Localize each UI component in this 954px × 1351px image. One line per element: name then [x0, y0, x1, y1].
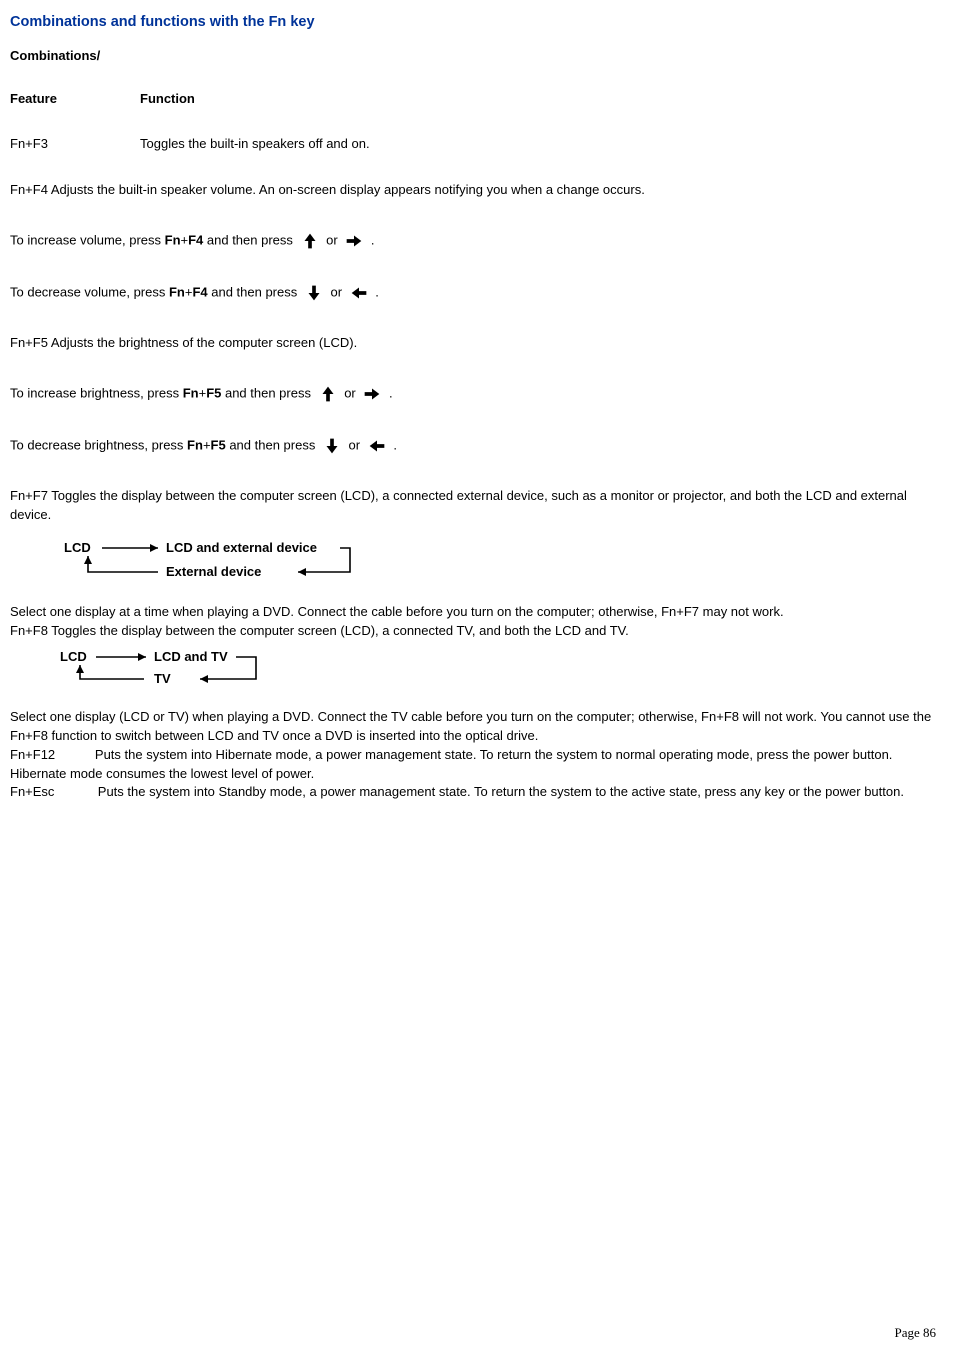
- or: or: [345, 437, 364, 452]
- text: and then press: [203, 232, 296, 247]
- brightness-decrease-line: To decrease brightness, press Fn+F5 and …: [10, 435, 944, 457]
- arrow-down-icon: [303, 282, 325, 304]
- f5-key: F5: [211, 437, 226, 452]
- or: or: [323, 232, 342, 247]
- table-row: Fn+F3 Toggles the built-in speakers off …: [10, 136, 944, 151]
- page-number: Page 86: [894, 1325, 936, 1341]
- section-title: Combinations and functions with the Fn k…: [10, 14, 944, 30]
- f5-key: F5: [206, 385, 221, 400]
- fn-key: Fn: [183, 385, 199, 400]
- arrow-down-icon: [321, 435, 343, 457]
- brightness-increase-line: To increase brightness, press Fn+F5 and …: [10, 383, 944, 405]
- or: or: [327, 284, 346, 299]
- fn-key: Fn: [165, 232, 181, 247]
- or: or: [341, 385, 360, 400]
- diagram-external-label: External device: [166, 564, 261, 579]
- display-cycle-diagram-tv: LCD LCD and TV TV: [40, 647, 944, 694]
- feature-cell: Fn+F3: [10, 136, 140, 151]
- text: To decrease brightness, press: [10, 437, 187, 452]
- diagram-tv-label: TV: [154, 671, 171, 686]
- combinations-heading: Combinations/: [10, 48, 944, 63]
- plus: +: [181, 232, 189, 247]
- diagram-lcd-label: LCD: [64, 540, 91, 555]
- text: To increase volume, press: [10, 232, 165, 247]
- dot: .: [390, 437, 397, 452]
- fn-key: Fn: [169, 284, 185, 299]
- display-cycle-diagram-external: LCD LCD and external device External dev…: [40, 538, 944, 589]
- fnf4-description: Fn+F4 Adjusts the built-in speaker volum…: [10, 181, 944, 200]
- diagram-lcd-label: LCD: [60, 649, 87, 664]
- fnf8-description: Fn+F8 Toggles the display between the co…: [10, 622, 944, 641]
- fnf12-description: Fn+F12 Puts the system into Hibernate mo…: [10, 746, 944, 784]
- dot: .: [385, 385, 392, 400]
- fnesc-description: Fn+Esc Puts the system into Standby mode…: [10, 783, 944, 802]
- text: To increase brightness, press: [10, 385, 183, 400]
- arrow-left-icon: [366, 435, 388, 457]
- plus: +: [203, 437, 211, 452]
- diagram-both-label: LCD and TV: [154, 649, 228, 664]
- volume-decrease-line: To decrease volume, press Fn+F4 and then…: [10, 282, 944, 304]
- table-header: Feature Function: [10, 91, 944, 106]
- header-function: Function: [140, 91, 195, 106]
- header-feature: Feature: [10, 91, 140, 106]
- arrow-up-icon: [317, 383, 339, 405]
- diagram-both-label: LCD and external device: [166, 540, 317, 555]
- fn-key: Fn: [187, 437, 203, 452]
- arrow-left-icon: [348, 282, 370, 304]
- fnf7-description: Fn+F7 Toggles the display between the co…: [10, 487, 944, 525]
- function-cell: Toggles the built-in speakers off and on…: [140, 136, 944, 151]
- f4-key: F4: [192, 284, 207, 299]
- dot: .: [372, 284, 379, 299]
- f4-key: F4: [188, 232, 203, 247]
- arrow-up-icon: [299, 230, 321, 252]
- text: and then press: [226, 437, 319, 452]
- arrow-right-icon: [343, 230, 365, 252]
- text: and then press: [221, 385, 314, 400]
- text: To decrease volume, press: [10, 284, 169, 299]
- volume-increase-line: To increase volume, press Fn+F4 and then…: [10, 230, 944, 252]
- fnf5-description: Fn+F5 Adjusts the brightness of the comp…: [10, 334, 944, 353]
- text: and then press: [208, 284, 301, 299]
- arrow-right-icon: [361, 383, 383, 405]
- dot: .: [367, 232, 374, 247]
- fnf7-note: Select one display at a time when playin…: [10, 603, 944, 622]
- fnf8-note: Select one display (LCD or TV) when play…: [10, 708, 944, 746]
